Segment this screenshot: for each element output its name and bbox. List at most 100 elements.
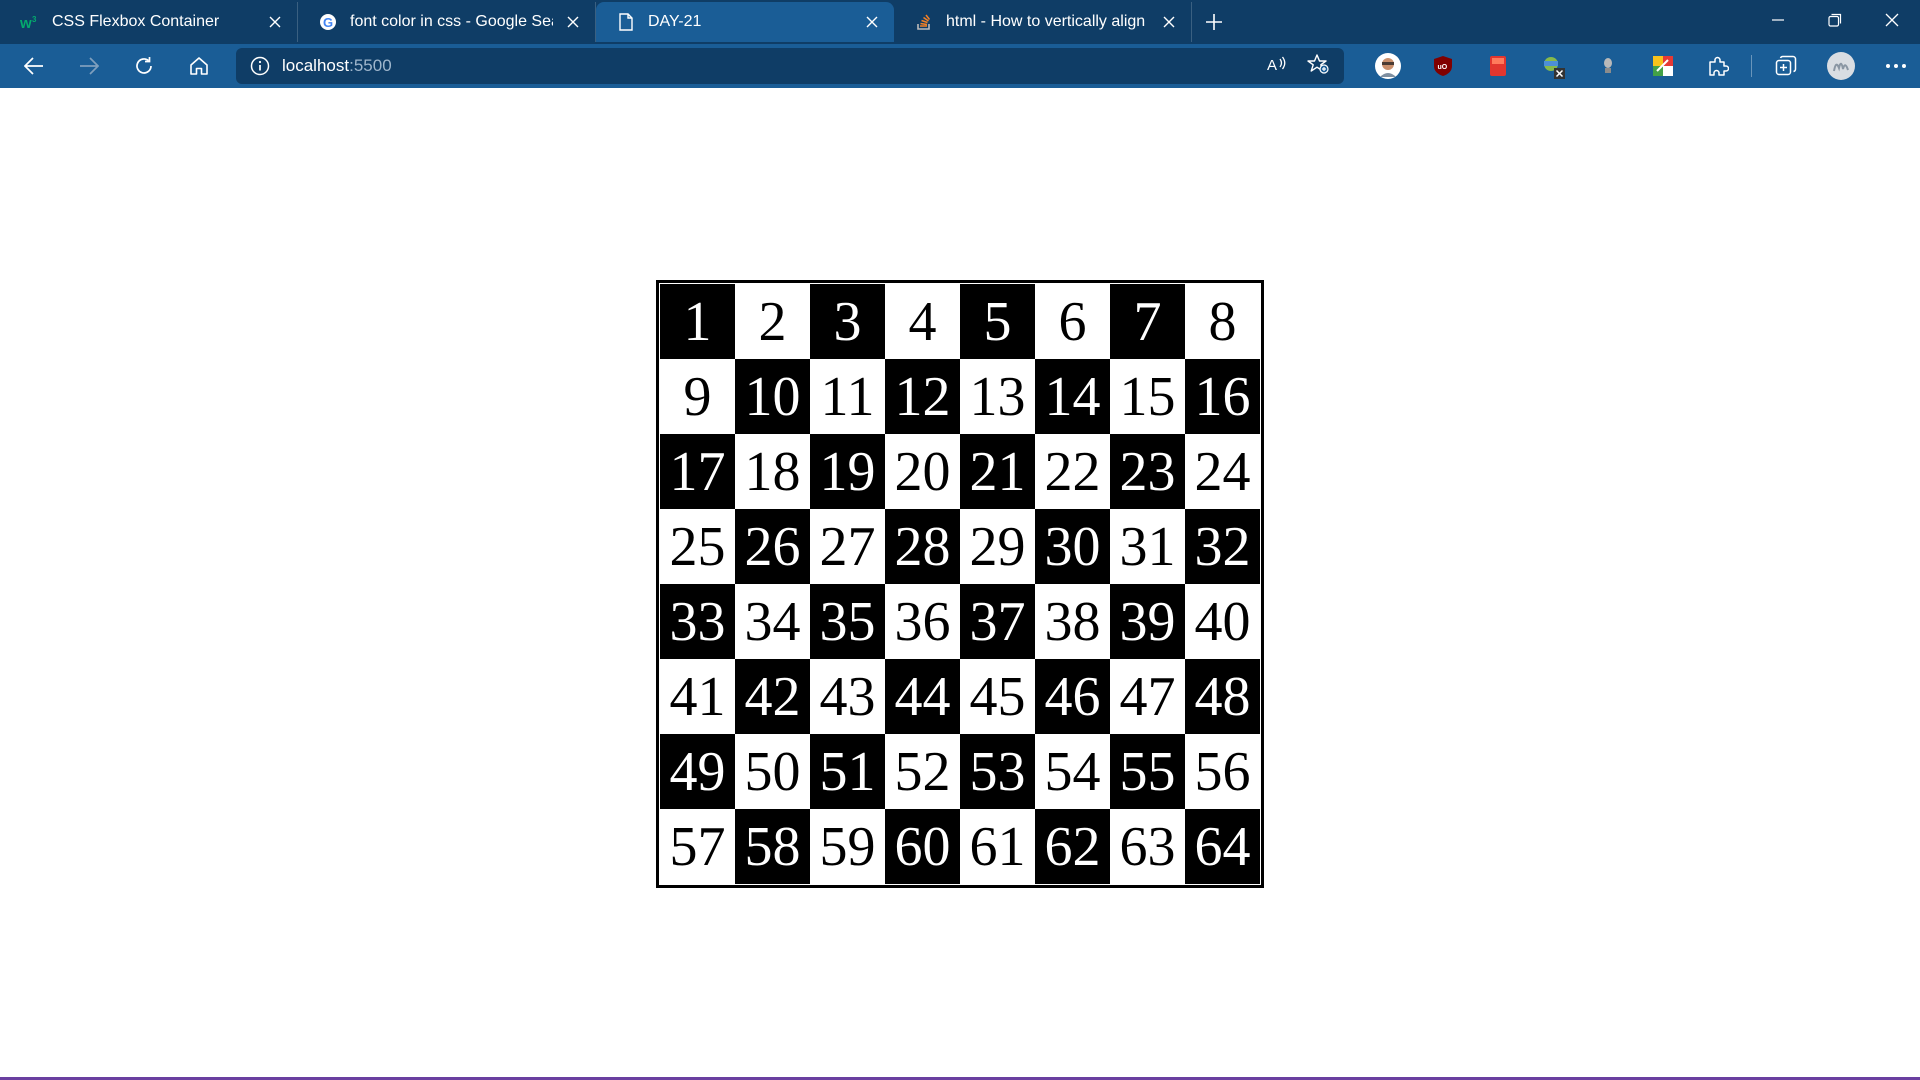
read-aloud-icon[interactable]: A [1266,54,1288,79]
close-icon[interactable] [862,12,882,32]
board-cell: 21 [960,434,1035,509]
board-cell: 60 [885,809,960,884]
settings-menu-button[interactable] [1868,44,1920,88]
close-icon[interactable] [563,12,583,32]
board-cell: 62 [1035,809,1110,884]
board-cell: 12 [885,359,960,434]
tab-strip: w3 CSS Flexbox Container G font color in… [0,0,1920,44]
board-cell: 44 [885,659,960,734]
board-cell: 16 [1185,359,1260,434]
board-cell: 3 [810,284,885,359]
refresh-button[interactable] [122,48,166,84]
profile-avatar[interactable] [1813,44,1868,88]
board-cell: 9 [660,359,735,434]
extensions-puzzle-icon[interactable] [1690,44,1745,88]
board-cell: 13 [960,359,1035,434]
board-cell: 5 [960,284,1035,359]
svg-text:3: 3 [32,15,37,24]
plus-icon [1206,14,1222,30]
svg-text:G: G [323,15,333,30]
board-cell: 52 [885,734,960,809]
tab-day-21[interactable]: DAY-21 [596,2,894,42]
board-cell: 61 [960,809,1035,884]
board-cell: 4 [885,284,960,359]
page-content: 1 2 3 4 5 6 7 8 9 10 11 12 13 14 15 16 17 18 19 20 21 22 23 24 2… [0,88,1920,1078]
board-cell: 6 [1035,284,1110,359]
board-cell: 11 [810,359,885,434]
close-icon [1885,13,1898,27]
board-cell: 55 [1110,734,1185,809]
board-cell: 42 [735,659,810,734]
board-cell: 31 [1110,509,1185,584]
tab-title: CSS Flexbox Container [52,13,220,30]
tab-google-search[interactable]: G font color in css - Google Search [298,2,596,42]
arrow-left-icon [24,57,43,75]
close-window-button[interactable] [1863,0,1920,40]
tab-title: DAY-21 [648,13,702,30]
home-button[interactable] [177,48,221,84]
board-cell: 27 [810,509,885,584]
svg-text:w: w [20,15,32,30]
ublock-icon[interactable]: uO [1415,44,1470,88]
board-cell: 20 [885,434,960,509]
window-controls [1749,0,1920,40]
board-cell: 37 [960,584,1035,659]
restore-button[interactable] [1806,0,1863,40]
board-cell: 47 [1110,659,1185,734]
home-icon [190,57,208,75]
address-bar[interactable]: localhost:5500 A [236,48,1344,84]
board-cell: 19 [810,434,885,509]
url-port: :5500 [349,56,392,75]
profile-extension-icon[interactable] [1360,44,1415,88]
refresh-icon [136,57,152,74]
board-cell: 63 [1110,809,1185,884]
tab-title: font color in css - Google Search [350,13,553,30]
board-cell: 25 [660,509,735,584]
disabled-extension-icon[interactable] [1525,44,1580,88]
collections-icon[interactable] [1758,44,1813,88]
browser-toolbar: localhost:5500 A uO [0,44,1920,88]
svg-text:A: A [1267,57,1277,74]
url-host: localhost [282,56,350,75]
board-cell: 46 [1035,659,1110,734]
close-icon[interactable] [265,12,285,32]
close-icon[interactable] [1159,12,1179,32]
board-cell: 26 [735,509,810,584]
new-tab-button[interactable] [1192,2,1236,42]
board-cell: 57 [660,809,735,884]
board-cell: 35 [810,584,885,659]
board-cell: 14 [1035,359,1110,434]
board-cell: 18 [735,434,810,509]
tab-stackoverflow[interactable]: html - How to vertically align text [894,2,1192,42]
back-button[interactable] [12,48,56,84]
board-cell: 38 [1035,584,1110,659]
restore-icon [1827,13,1841,27]
board-cell: 49 [660,734,735,809]
board-cell: 10 [735,359,810,434]
board-cell: 54 [1035,734,1110,809]
board-cell: 30 [1035,509,1110,584]
tab-title: html - How to vertically align text [946,13,1149,30]
board-cell: 56 [1185,734,1260,809]
board-cell: 51 [810,734,885,809]
more-dots-icon [1885,64,1906,68]
arrow-right-icon [80,57,99,75]
url-text[interactable]: localhost:5500 [282,56,392,76]
pin-extension-icon[interactable] [1580,44,1635,88]
tab-css-flexbox[interactable]: w3 CSS Flexbox Container [0,2,298,42]
board-cell: 43 [810,659,885,734]
toolbar-separator [1751,55,1752,77]
color-grid-extension-icon[interactable] [1635,44,1690,88]
board-cell: 32 [1185,509,1260,584]
board-cell: 53 [960,734,1035,809]
extensions-area: uO [1360,44,1920,88]
site-info-icon[interactable] [250,56,270,76]
document-icon [616,12,636,32]
bookmark-extension-icon[interactable] [1470,44,1525,88]
board-cell: 58 [735,809,810,884]
forward-button[interactable] [67,48,111,84]
minimize-button[interactable] [1749,0,1806,40]
add-favorite-icon[interactable] [1306,53,1330,80]
google-icon: G [318,12,338,32]
board-cell: 33 [660,584,735,659]
